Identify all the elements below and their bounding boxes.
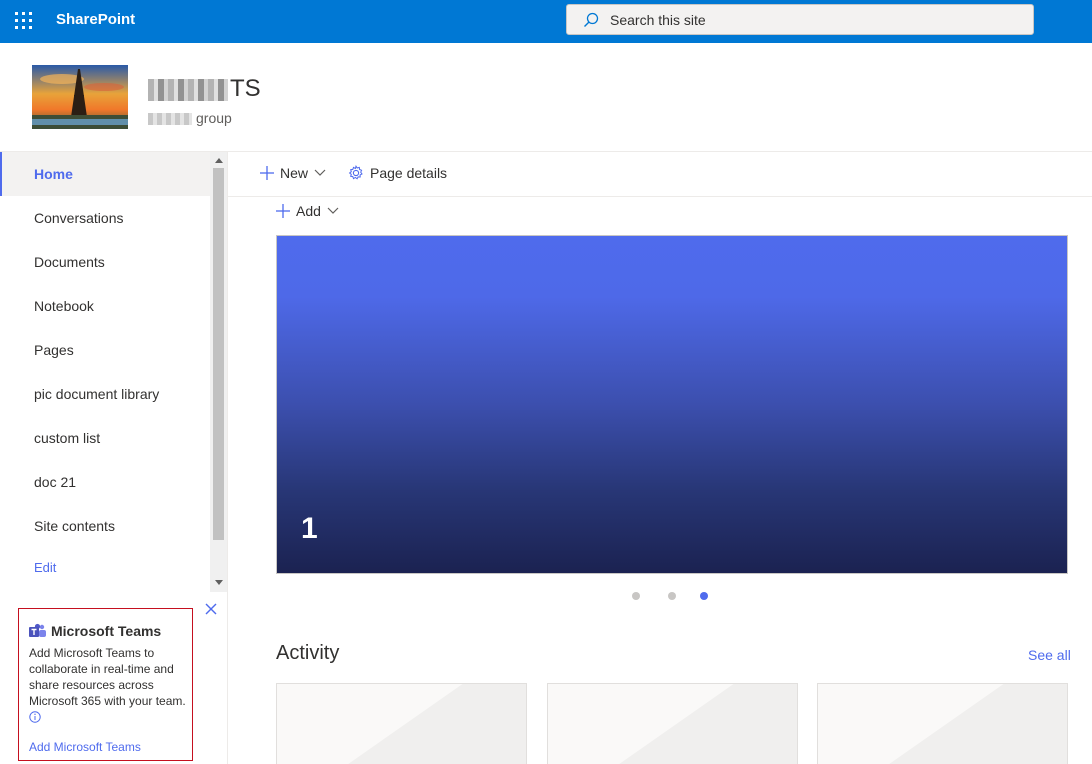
nav-divider [227,152,228,764]
nav-item-custom-list[interactable]: custom list [0,416,210,460]
page-details-button[interactable]: Page details [348,165,447,181]
activity-title: Activity [276,642,340,664]
add-button-label: Add [296,203,321,219]
plus-icon [276,204,290,218]
nav-item-home[interactable]: Home [0,152,210,196]
page-details-label: Page details [370,165,448,181]
plus-icon [260,166,274,180]
info-icon[interactable] [29,711,41,723]
scroll-down-arrow-icon[interactable] [215,580,223,585]
suite-bar: SharePoint [0,0,1092,43]
nav-item-pages[interactable]: Pages [0,328,210,372]
redacted-subtitle-blur [148,113,192,126]
carousel-indicators [628,589,718,603]
nav-item-pic-document-library[interactable]: pic document library [0,372,210,416]
teams-card-title: Microsoft Teams [51,623,162,639]
search-box[interactable] [566,4,1034,35]
search-icon [584,12,599,27]
scrollbar-thumb[interactable] [213,168,224,540]
teams-card-description: Add Microsoft Teams to collaborate in re… [29,646,186,708]
microsoft-teams-card: Microsoft Teams Add Microsoft Teams to c… [18,608,193,761]
scroll-up-arrow-icon[interactable] [215,158,223,163]
microsoft-teams-icon [29,623,46,637]
close-icon[interactable] [204,602,218,616]
site-title[interactable]: TS [148,75,261,103]
nav-item-documents[interactable]: Documents [0,240,210,284]
hero-carousel-slide[interactable]: 1 [276,235,1068,574]
carousel-dot-2[interactable] [668,592,676,600]
hero-slide-label: 1 [301,512,318,545]
command-bar: New Page details [228,152,1092,197]
nav-list: Home Conversations Documents Notebook Pa… [0,152,210,588]
gear-icon [348,165,363,180]
nav-edit-link[interactable]: Edit [0,548,210,588]
activity-card[interactable] [547,683,798,764]
nav-item-doc-21[interactable]: doc 21 [0,460,210,504]
chevron-down-icon [314,169,326,176]
site-logo[interactable] [32,65,128,129]
activity-card[interactable] [276,683,527,764]
nav-item-notebook[interactable]: Notebook [0,284,210,328]
new-button-label: New [280,165,309,181]
carousel-dot-1[interactable] [632,592,640,600]
carousel-dot-3[interactable] [700,592,708,600]
search-input[interactable] [610,9,1010,31]
nav-item-site-contents[interactable]: Site contents [0,504,210,548]
add-button[interactable]: Add [276,203,339,219]
nav-scrollbar[interactable] [210,152,227,592]
teams-card-header: Microsoft Teams [29,623,192,639]
site-header: TS group [0,43,1092,152]
chevron-down-icon [327,207,339,214]
site-subtitle: group [148,110,232,126]
nav-item-conversations[interactable]: Conversations [0,196,210,240]
sharepoint-brand-link[interactable]: SharePoint [56,11,135,28]
new-button[interactable]: New [260,165,326,181]
app-launcher-icon[interactable] [14,11,34,31]
see-all-link[interactable]: See all [1028,647,1071,663]
add-microsoft-teams-link[interactable]: Add Microsoft Teams [29,740,192,754]
activity-card[interactable] [817,683,1068,764]
left-navigation: Home Conversations Documents Notebook Pa… [0,152,228,592]
redacted-title-blur [148,78,228,101]
